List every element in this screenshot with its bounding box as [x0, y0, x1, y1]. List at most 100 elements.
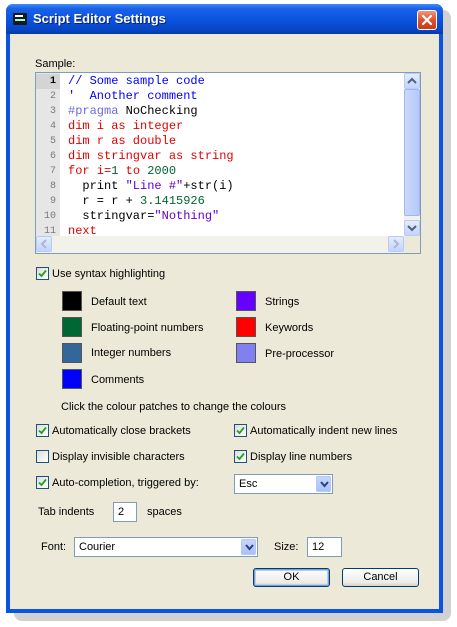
colour-patch-pre-processor[interactable]	[236, 343, 256, 363]
code-token: NoChecking	[118, 104, 198, 118]
colour-label-pre-processor: Pre-processor	[265, 348, 335, 360]
scrollbar-corner	[404, 236, 420, 253]
scroll-right-button[interactable]	[388, 236, 404, 252]
arrow-up-icon	[407, 77, 417, 84]
colour-label-floating-point-numbers: Floating-point numbers	[91, 322, 204, 334]
size-input[interactable]: 12	[307, 537, 342, 557]
chevron-down-icon	[320, 481, 329, 488]
indent-new-lines-checkbox[interactable]	[234, 424, 247, 437]
size-label: Size:	[274, 541, 299, 553]
tab-indents-suffix: spaces	[147, 506, 182, 518]
auto-completion-checkbox[interactable]	[36, 476, 49, 489]
code-token: dim r as double	[68, 134, 177, 148]
code-token: stringvar=	[68, 209, 155, 223]
script-editor-icon	[13, 13, 27, 25]
title-bar: Script Editor Settings	[6, 4, 443, 34]
tab-indents-input[interactable]: 2	[113, 502, 137, 522]
code-token: r = r +	[68, 194, 141, 208]
colour-patch-default-text[interactable]	[62, 291, 82, 311]
code-line: 1 // Some sample code	[36, 74, 404, 89]
code-text: dim stringvar as string	[68, 149, 234, 164]
code-line: 4 dim i as integer	[36, 119, 404, 134]
line-number: 3	[49, 106, 56, 117]
code-text: // Some sample code	[68, 74, 205, 89]
font-value: Courier	[79, 541, 116, 553]
line-numbers-checkbox[interactable]	[234, 450, 247, 463]
line-number: 2	[49, 91, 56, 102]
line-number: 4	[49, 121, 56, 132]
code-line: 2 ' Another comment	[36, 89, 404, 104]
line-number: 5	[49, 136, 56, 147]
vertical-scrollbar[interactable]	[404, 73, 420, 236]
code-token: #pragma	[68, 104, 119, 118]
invisible-characters-label: Display invisible characters	[52, 451, 185, 463]
colour-label-keywords: Keywords	[265, 322, 314, 334]
colour-patch-comments[interactable]	[62, 369, 82, 389]
use-syntax-highlighting-checkbox[interactable]	[36, 267, 49, 280]
size-value: 12	[312, 541, 325, 553]
colour-label-comments: Comments	[91, 374, 145, 386]
colour-patch-floating-point-numbers[interactable]	[62, 317, 82, 337]
line-numbers-label: Display line numbers	[250, 451, 353, 463]
code-line: 10 stringvar="Nothing"	[36, 209, 404, 224]
sample-code-editor[interactable]: 1 // Some sample code 2 ' Another comment 3 #…	[35, 72, 421, 254]
code-token: ' Another comment	[68, 89, 198, 103]
code-line: 3 #pragma NoChecking	[36, 104, 404, 119]
auto-completion-label: Auto-completion, triggered by:	[52, 477, 199, 489]
ok-button[interactable]: OK	[253, 568, 330, 587]
close-button[interactable]	[417, 10, 437, 30]
font-dropdown-button[interactable]	[241, 539, 256, 555]
font-select[interactable]: Courier	[74, 537, 258, 557]
colour-patch-integer-numbers[interactable]	[62, 343, 82, 363]
checkmark-icon	[236, 452, 245, 461]
auto-completion-trigger-value: Esc	[239, 478, 258, 490]
line-number: 7	[49, 166, 56, 177]
close-icon	[421, 14, 433, 26]
code-token: "Line #"	[125, 179, 184, 193]
colour-hint-text: Click the colour patches to change the c…	[61, 401, 287, 413]
font-label: Font:	[41, 541, 67, 553]
invisible-characters-checkbox[interactable]	[36, 450, 49, 463]
code-line: 6 dim stringvar as string	[36, 149, 404, 164]
checkmark-icon	[236, 426, 245, 435]
code-token: dim stringvar as string	[68, 149, 234, 163]
vertical-scroll-thumb[interactable]	[404, 89, 420, 216]
code-token: to	[118, 164, 148, 178]
use-syntax-highlighting-label: Use syntax highlighting	[52, 268, 166, 280]
colour-label-integer-numbers: Integer numbers	[91, 347, 172, 359]
code-token: 2000	[147, 164, 177, 178]
code-line: 8 print "Line #"+str(i)	[36, 179, 404, 194]
checkmark-icon	[38, 426, 47, 435]
colour-patch-strings[interactable]	[236, 291, 256, 311]
tab-indents-value: 2	[118, 506, 125, 518]
trigger-dropdown-button[interactable]	[316, 476, 331, 492]
dialog-body: Sample: 1 // Some sample code 2 ' Another c…	[10, 34, 439, 609]
code-token: "Nothing"	[154, 209, 220, 223]
auto-completion-trigger-select[interactable]: Esc	[234, 474, 333, 494]
scroll-left-button[interactable]	[36, 236, 52, 252]
colour-label-strings: Strings	[265, 296, 300, 308]
code-token: print	[68, 179, 126, 193]
line-number: 9	[49, 196, 56, 207]
code-line: 7 for i=1 to 2000	[36, 164, 404, 179]
scroll-down-button[interactable]	[404, 220, 420, 236]
scroll-up-button[interactable]	[404, 73, 420, 89]
line-number: 6	[49, 151, 56, 162]
colour-patch-keywords[interactable]	[236, 317, 256, 337]
chevron-down-icon	[245, 544, 254, 551]
code-token: for i=	[68, 164, 112, 178]
window-title: Script Editor Settings	[33, 11, 166, 26]
code-token: // Some sample code	[68, 74, 205, 88]
arrow-right-icon	[393, 239, 400, 249]
close-brackets-checkbox[interactable]	[36, 424, 49, 437]
cancel-button[interactable]: Cancel	[342, 568, 419, 587]
code-text: ' Another comment	[68, 89, 198, 104]
code-text: for i=1 to 2000	[68, 164, 176, 179]
line-number: 10	[43, 211, 56, 222]
code-text: stringvar="Nothing"	[68, 209, 219, 224]
script-editor-settings-window: Script Editor Settings Sample: 1 // Some …	[6, 4, 443, 613]
code-token: 3.1415926	[140, 194, 205, 208]
code-line: 9 r = r + 3.1415926	[36, 194, 404, 209]
line-number: 8	[49, 181, 56, 192]
horizontal-scrollbar[interactable]	[36, 236, 404, 253]
